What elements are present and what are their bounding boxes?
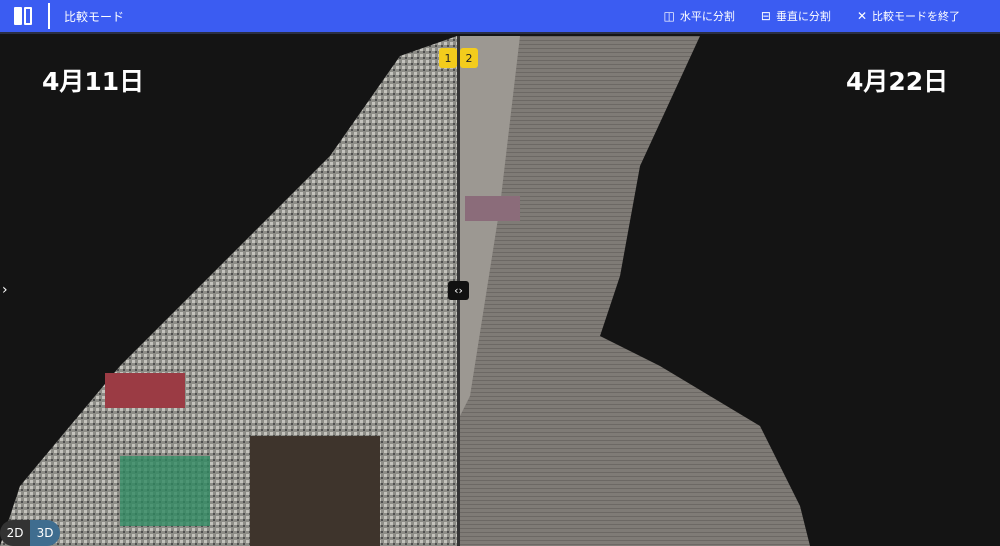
page-title: 比較モード <box>64 9 125 24</box>
pool <box>120 456 210 526</box>
toggle-3d[interactable]: 3D <box>30 520 60 546</box>
right-terrain <box>460 36 810 546</box>
split-horizontal-icon: ◫ <box>663 9 675 23</box>
building <box>465 196 520 221</box>
split-vertical-label: 垂直に分割 <box>775 10 831 23</box>
right-pane-badge: 2 <box>460 48 478 68</box>
split-vertical-icon: ⊟ <box>760 9 771 23</box>
split-horizontal-button[interactable]: ◫ 水平に分割 <box>664 8 735 24</box>
split-horizontal-label: 水平に分割 <box>679 10 735 23</box>
header-divider <box>48 3 50 29</box>
left-terrain <box>0 36 457 546</box>
split-drag-handle[interactable]: ‹› <box>448 281 469 300</box>
split-vertical-button[interactable]: ⊟ 垂直に分割 <box>761 8 831 24</box>
exit-compare-label: 比較モードを終了 <box>872 10 960 23</box>
compare-logo-icon <box>14 7 36 25</box>
toggle-2d[interactable]: 2D <box>0 520 30 546</box>
header-bar: 比較モード ◫ 水平に分割 ⊟ 垂直に分割 ✕ 比較モードを終了 <box>0 0 1000 34</box>
left-date-label: 4月11日 <box>42 67 145 96</box>
left-pane-badge: 1 <box>439 48 457 68</box>
dark-field <box>250 436 380 546</box>
expand-sidebar-chevron-icon[interactable]: › <box>2 282 8 298</box>
view-mode-toggle: 2D 3D <box>0 520 60 546</box>
exit-compare-button[interactable]: ✕ 比較モードを終了 <box>857 8 960 24</box>
close-icon: ✕ <box>856 9 867 23</box>
right-date-label: 4月22日 <box>846 67 949 96</box>
red-roof-building <box>105 373 185 408</box>
map-3d-viewport[interactable] <box>0 36 1000 546</box>
